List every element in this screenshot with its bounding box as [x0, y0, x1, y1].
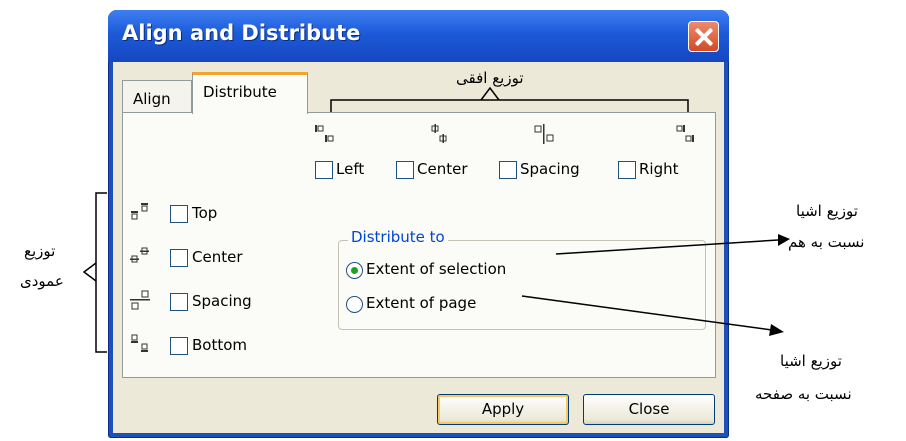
- annotation-page-line1: توزیع اشیا: [780, 352, 842, 370]
- arrow-head-page: [769, 324, 784, 336]
- annotation-page-line2: نسبت به صفحه: [755, 385, 852, 403]
- annotation-selection-line2: نسبت به هم: [788, 233, 865, 251]
- vertical-bracket-point: [82, 262, 97, 282]
- arrow-line-page: [521, 295, 773, 331]
- horizontal-bracket: [330, 99, 689, 112]
- annotation-vertical-line1: توزیع: [24, 242, 56, 260]
- horizontal-bracket-peak: [480, 86, 500, 101]
- arrow-line-selection: [555, 239, 779, 255]
- tab-distribute[interactable]: Distribute: [192, 72, 308, 114]
- annotation-selection-line1: توزیع اشیا: [796, 202, 858, 220]
- annotation-horizontal-distribution: توزیع افقی: [456, 69, 524, 87]
- annotation-vertical-line2: عمودی: [20, 272, 64, 290]
- tab-distribute-label: Distribute: [203, 83, 277, 101]
- annotation-overlay: [82, 86, 790, 353]
- vertical-bracket: [95, 192, 107, 353]
